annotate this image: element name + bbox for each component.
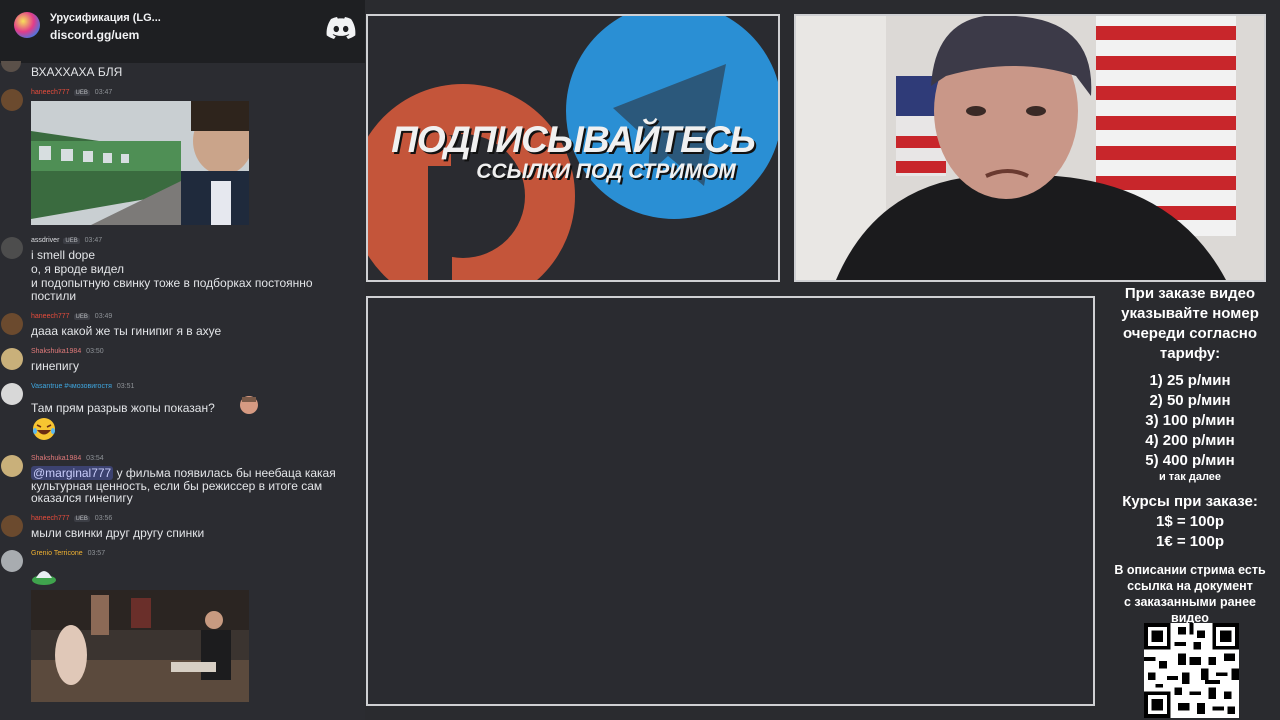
message-text: ВХАХХАХА БЛЯ <box>31 65 123 79</box>
laughing-emoji-icon <box>33 418 55 440</box>
message-text: постили <box>31 289 77 303</box>
role-badge: UEB <box>73 516 90 522</box>
order-text-line: тарифу: <box>1159 345 1221 362</box>
rates-title: Курсы при заказе: <box>1122 493 1258 510</box>
role-badge: UEB <box>73 90 90 96</box>
doc-text-line: ссылка на документ <box>1127 579 1253 593</box>
avatar <box>1 61 21 72</box>
author-name[interactable]: haneech777 <box>31 313 70 320</box>
tariff-item: 5) 400 р/мин <box>1145 452 1235 469</box>
avatar <box>1 515 23 537</box>
tariff-item: 2) 50 р/мин <box>1149 392 1231 409</box>
message-meta: Shakshuka1984 03:54 <box>31 455 104 462</box>
author-name[interactable]: haneech777 <box>31 515 70 522</box>
avatar <box>1 348 23 370</box>
timestamp: 03:51 <box>116 383 135 390</box>
author-name[interactable]: haneech777 <box>31 89 70 96</box>
message-meta: Shakshuka1984 03:50 <box>31 348 104 355</box>
user-mention[interactable]: @marginal777 <box>31 466 114 480</box>
author-name[interactable]: assdriver <box>31 237 59 244</box>
order-info-panel: При заказе видео указывайте номер очеред… <box>1100 284 1280 626</box>
qr-code-icon[interactable] <box>1144 623 1239 718</box>
face-emoji-icon <box>240 396 258 414</box>
and-so-on-note: и так далее <box>1158 471 1222 483</box>
avatar <box>1 313 23 335</box>
avatar <box>1 89 23 111</box>
timestamp: 03:47 <box>94 89 113 96</box>
author-name[interactable]: Grenio Terricone <box>31 550 83 557</box>
subscribe-title: ПОДПИСЫВАЙТЕСЬ <box>391 119 755 160</box>
author-name[interactable]: Shakshuka1984 <box>31 348 81 355</box>
discord-icon[interactable] <box>326 16 356 40</box>
avatar <box>1 383 23 405</box>
order-text-line: очереди согласно <box>1122 325 1258 342</box>
rate-item: 1$ = 100р <box>1156 513 1224 530</box>
webcam-image <box>796 16 1264 280</box>
message-text: о, я вроде видел <box>31 262 124 276</box>
author-name[interactable]: Shakshuka1984 <box>31 455 81 462</box>
message-text: и подопытную свинку тоже в подборках пос… <box>31 276 313 290</box>
server-name: Урусификация (LG... <box>50 12 161 24</box>
message-meta: assdriver UEB 03:47 <box>31 237 102 244</box>
avatar <box>1 237 23 259</box>
role-badge: UEB <box>73 314 90 320</box>
message-meta: Grenio Terricone 03:57 <box>31 550 105 557</box>
role-badge: UEB <box>63 238 80 244</box>
server-icon <box>14 12 40 38</box>
avatar <box>1 550 23 572</box>
rate-item: 1€ = 100р <box>1156 533 1224 550</box>
video-player-area[interactable] <box>366 296 1095 706</box>
message-text: мыли свинки друг другу спинки <box>31 526 205 540</box>
message-text: дааа какой же ты гинипиг я в ахуе <box>31 324 222 338</box>
timestamp: 03:54 <box>86 455 104 462</box>
message-meta: haneech777 UEB 03:56 <box>31 515 112 522</box>
widget-header: Урусификация (LG... discord.gg/uem <box>0 0 365 63</box>
avatar <box>1 455 23 477</box>
message-text: оказался гинепигу <box>31 491 133 505</box>
timestamp: 03:49 <box>94 313 113 320</box>
subscribe-subtitle: ССЫЛКИ ПОД СТРИМОМ <box>476 160 736 183</box>
timestamp: 03:47 <box>84 237 103 244</box>
message-meta: haneech777 UEB 03:49 <box>31 313 112 320</box>
message-text: Там прям разрыв жопы показан? <box>31 401 215 415</box>
doc-text-line: с заказанными ранее <box>1123 595 1256 609</box>
message-meta: haneech777 UEB 03:47 <box>31 89 112 96</box>
sticker-emoji-icon <box>32 571 56 585</box>
message-text-part: у фильма появилась бы неебаца какая <box>113 466 336 480</box>
message-meta: Vasantrue #чмозовигостя 03:51 <box>31 383 134 390</box>
image-attachment[interactable] <box>31 590 249 702</box>
webcam-feed <box>794 14 1266 282</box>
message-text: i smell dope <box>31 248 96 262</box>
tariff-item: 1) 25 р/мин <box>1149 372 1231 389</box>
timestamp: 03:57 <box>87 550 106 557</box>
order-text-line: При заказе видео <box>1124 285 1256 302</box>
subscribe-banner: ПОДПИСЫВАЙТЕСЬ ССЫЛКИ ПОД СТРИМОМ <box>366 14 780 282</box>
timestamp: 03:50 <box>86 348 104 355</box>
tariff-item: 4) 200 р/мин <box>1145 432 1235 449</box>
doc-text-line: В описании стрима есть <box>1114 563 1266 577</box>
order-text-line: указывайте номер <box>1121 305 1259 322</box>
tariff-item: 3) 100 р/мин <box>1145 412 1235 429</box>
image-attachment[interactable] <box>31 101 249 225</box>
author-name[interactable]: Vasantrue #чмозовигостя <box>31 383 112 390</box>
invite-link[interactable]: discord.gg/uem <box>50 28 139 42</box>
message-text: @marginal777 у фильма появилась бы нееба… <box>31 466 336 480</box>
timestamp: 03:56 <box>94 515 113 522</box>
discord-chat-widget: Урусификация (LG... discord.gg/uem ВХАХХ… <box>0 0 365 720</box>
message-text: гинепигу <box>31 359 79 373</box>
